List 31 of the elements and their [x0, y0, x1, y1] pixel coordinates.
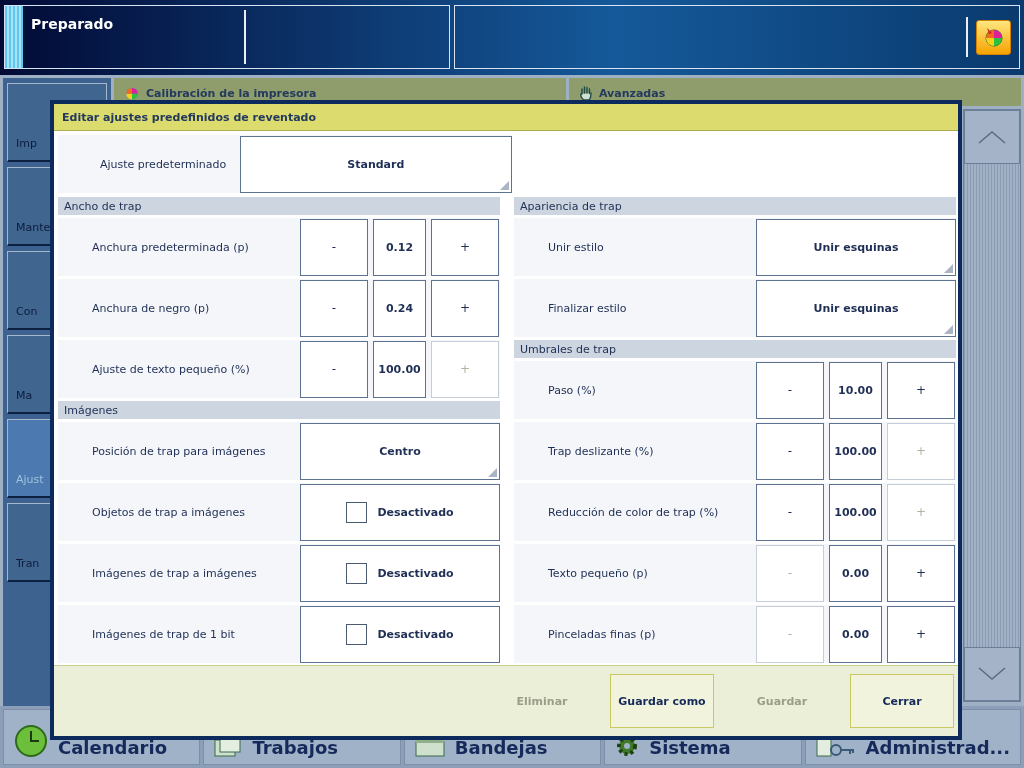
- setting-label: Anchura de negro (p): [91, 301, 211, 315]
- setting-label: Pinceladas finas (p): [547, 627, 657, 641]
- section-header: Imágenes: [58, 401, 500, 419]
- section-header: Apariencia de trap: [514, 197, 956, 215]
- value-field: 0.00: [829, 605, 882, 663]
- section-header: Ancho de trap: [58, 197, 500, 215]
- value-field: 100.00: [829, 483, 882, 541]
- setting-label: Ajuste predeterminado: [99, 157, 228, 171]
- value-field: 100.00: [373, 340, 426, 398]
- tab-title: Calibración de la impresora: [146, 86, 317, 100]
- setting-label: Ajuste de texto pequeño (%): [91, 362, 251, 376]
- value-field: 10.00: [829, 361, 882, 419]
- setting-label: Posición de trap para imágenes: [91, 444, 267, 458]
- setting-label: Texto pequeño (p): [547, 566, 649, 580]
- dialog-title: Editar ajustes predefinidos de reventado: [54, 104, 958, 131]
- setting-label: Objetos de trap a imágenes: [91, 505, 246, 519]
- value-field: 0.24: [373, 279, 426, 337]
- setting-label: Trap deslizante (%): [547, 444, 655, 458]
- setting-label: Imágenes de trap de 1 bit: [91, 627, 236, 641]
- value-field: 100.00: [829, 422, 882, 480]
- status-text: Preparado: [23, 10, 246, 64]
- section-header: Umbrales de trap: [514, 340, 956, 358]
- value-field: 0.12: [373, 218, 426, 276]
- setting-label: Paso (%): [547, 383, 597, 397]
- setting-label: Anchura predeterminada (p): [91, 240, 250, 254]
- value-field: 0.00: [829, 544, 882, 602]
- setting-label: Unir estilo: [547, 240, 605, 254]
- setting-label: Reducción de color de trap (%): [547, 505, 720, 519]
- setting-label: Imágenes de trap a imágenes: [91, 566, 258, 580]
- tab-title: Avanzadas: [599, 86, 666, 100]
- setting-label: Finalizar estilo: [547, 301, 628, 315]
